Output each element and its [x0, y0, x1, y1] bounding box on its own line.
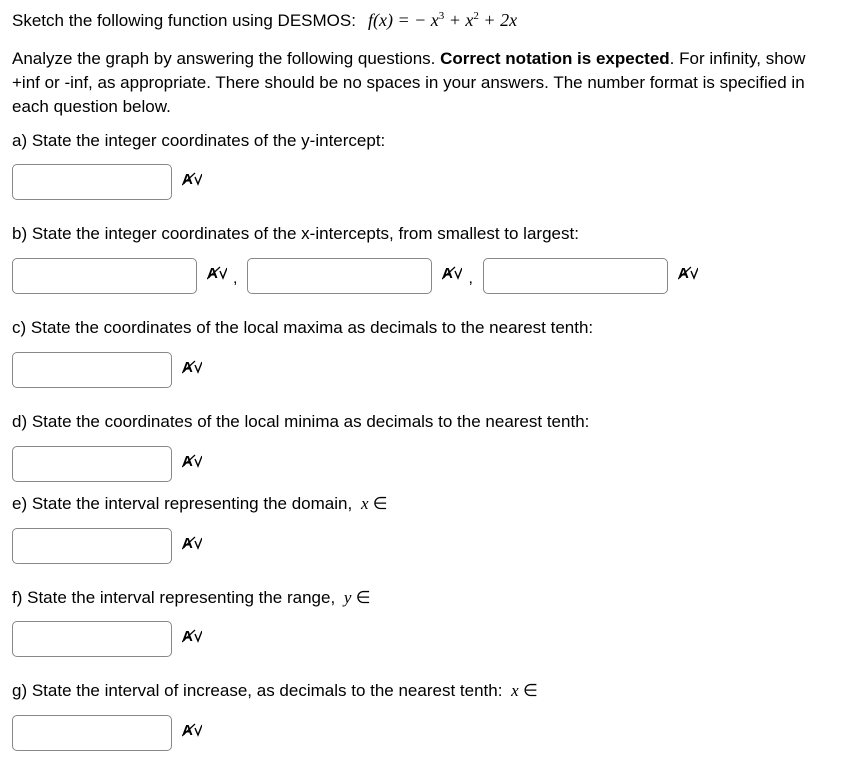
instructions-bold: Correct notation is expected [440, 49, 670, 68]
answer-row-g: A [12, 715, 834, 751]
input-b-2[interactable] [247, 258, 432, 294]
input-a[interactable] [12, 164, 172, 200]
comma-separator: , [468, 268, 472, 294]
check-icon: A [207, 264, 227, 288]
answer-row-b: A , A , A [12, 258, 834, 294]
check-icon: A [182, 170, 202, 194]
input-e[interactable] [12, 528, 172, 564]
instructions-part1: Analyze the graph by answering the follo… [12, 49, 440, 68]
svg-text:A: A [678, 265, 689, 281]
check-icon: A [442, 264, 462, 288]
check-icon: A [182, 721, 202, 745]
answer-row-e: A [12, 528, 834, 564]
question-e-math: x ∈ [361, 494, 388, 513]
instructions: Analyze the graph by answering the follo… [12, 47, 834, 118]
svg-text:A: A [442, 265, 453, 281]
question-g-math: x ∈ [511, 681, 538, 700]
question-g-text: g) State the interval of increase, as de… [12, 679, 834, 703]
svg-text:A: A [182, 453, 193, 469]
function-expression: f(x) = − x3 + x2 + 2x [368, 8, 517, 33]
question-g-label: g) State the interval of increase, as de… [12, 681, 507, 700]
answer-row-f: A [12, 621, 834, 657]
input-c[interactable] [12, 352, 172, 388]
check-icon: A [678, 264, 698, 288]
answer-row-a: A [12, 164, 834, 200]
check-icon: A [182, 358, 202, 382]
svg-text:A: A [182, 359, 193, 375]
svg-text:A: A [207, 265, 218, 281]
question-e-text: e) State the interval representing the d… [12, 492, 834, 516]
check-icon: A [182, 534, 202, 558]
input-f[interactable] [12, 621, 172, 657]
answer-row-c: A [12, 352, 834, 388]
check-icon: A [182, 627, 202, 651]
comma-separator: , [233, 268, 237, 294]
input-b-1[interactable] [12, 258, 197, 294]
question-f-text: f) State the interval representing the r… [12, 586, 834, 610]
check-icon: A [182, 452, 202, 476]
svg-text:A: A [182, 722, 193, 738]
question-f-math: y ∈ [344, 588, 371, 607]
question-c-text: c) State the coordinates of the local ma… [12, 316, 834, 340]
svg-text:A: A [182, 628, 193, 644]
intro-text: Sketch the following function using DESM… [12, 9, 356, 33]
svg-text:A: A [182, 535, 193, 551]
question-a-text: a) State the integer coordinates of the … [12, 129, 834, 153]
input-g[interactable] [12, 715, 172, 751]
question-d-text: d) State the coordinates of the local mi… [12, 410, 834, 434]
svg-text:A: A [182, 171, 193, 187]
question-b-text: b) State the integer coordinates of the … [12, 222, 834, 246]
answer-row-d: A [12, 446, 834, 482]
input-d[interactable] [12, 446, 172, 482]
intro-line: Sketch the following function using DESM… [12, 8, 834, 33]
question-f-label: f) State the interval representing the r… [12, 588, 340, 607]
input-b-3[interactable] [483, 258, 668, 294]
question-e-label: e) State the interval representing the d… [12, 494, 357, 513]
